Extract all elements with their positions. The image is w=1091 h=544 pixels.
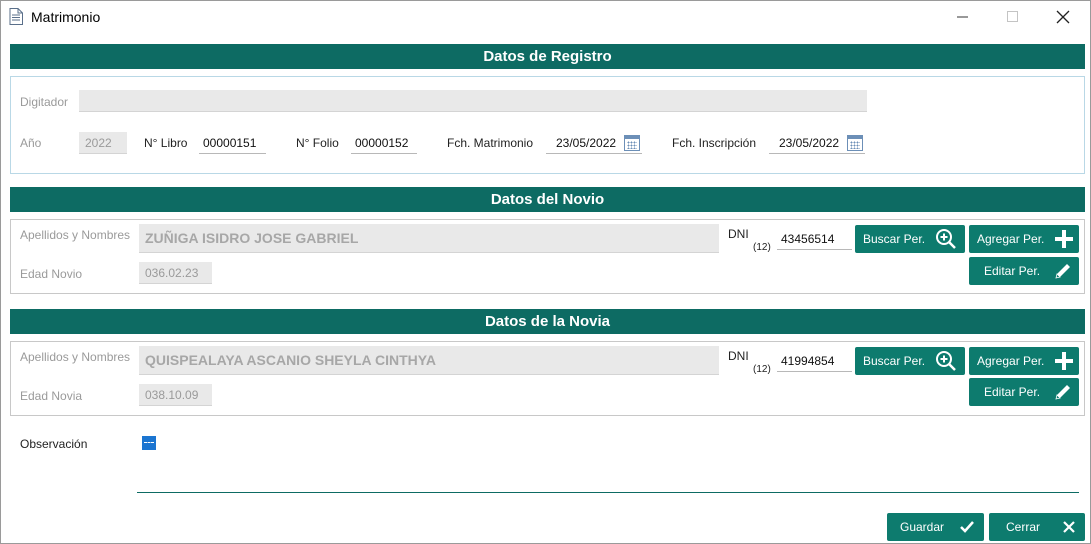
folio-field[interactable]: 00000152 [351, 132, 417, 154]
novia-agregar-button[interactable]: Agregar Per. [969, 347, 1079, 375]
anio-label: Año [20, 136, 42, 150]
registro-header: Datos de Registro [10, 44, 1085, 69]
edad-novio-field[interactable]: 036.02.23 [139, 262, 212, 284]
digitador-field[interactable] [79, 90, 867, 112]
observacion-field[interactable] [137, 453, 1079, 491]
close-button[interactable] [1040, 1, 1086, 32]
anio-field[interactable]: 2022 [79, 132, 127, 154]
plus-icon [1055, 230, 1073, 248]
novia-nombres-label: Apellidos y Nombres [20, 350, 131, 364]
edad-novio-label: Edad Novio [20, 267, 83, 281]
buscar-label: Buscar Per. [863, 232, 926, 246]
minimize-button[interactable] [940, 1, 986, 32]
digitador-label: Digitador [20, 95, 69, 109]
guardar-button[interactable]: Guardar [887, 513, 984, 541]
novia-dni-label: DNI [728, 349, 749, 363]
novio-buscar-button[interactable]: Buscar Per. [855, 225, 965, 253]
novio-agregar-button[interactable]: Agregar Per. [969, 225, 1079, 253]
libro-label: N° Libro [144, 136, 188, 150]
novio-dni-label: DNI [728, 227, 749, 241]
observacion-toggle[interactable] [142, 436, 156, 450]
maximize-button[interactable] [990, 1, 1036, 32]
title-bar: Matrimonio [1, 1, 1090, 32]
fch-matrimonio-label: Fch. Matrimonio [447, 136, 534, 150]
novio-editar-button[interactable]: Editar Per. [969, 257, 1079, 285]
matrimonio-window: Matrimonio Datos de Registro Digitador A… [0, 0, 1091, 544]
edad-novia-label: Edad Novia [20, 389, 83, 403]
observacion-underline [137, 492, 1079, 493]
zoom-in-icon [936, 229, 956, 249]
novia-header: Datos de la Novia [10, 309, 1085, 334]
novio-header: Datos del Novio [10, 187, 1085, 212]
fch-inscripcion-label: Fch. Inscripción [672, 136, 757, 150]
observacion-label: Observación [20, 437, 88, 451]
libro-field[interactable]: 00000151 [199, 132, 266, 154]
cerrar-button[interactable]: Cerrar [989, 513, 1085, 541]
document-icon [9, 8, 23, 25]
novia-dni-length: (12) [753, 364, 771, 375]
window-title: Matrimonio [31, 9, 101, 25]
novio-nombres-label: Apellidos y Nombres [20, 228, 131, 242]
calendar-icon[interactable] [624, 135, 640, 151]
novia-nombres-field[interactable]: QUISPEALAYA ASCANIO SHEYLA CINTHYA [139, 346, 719, 375]
novia-buscar-button[interactable]: Buscar Per. [855, 347, 965, 375]
editar-label: Editar Per. [984, 385, 1041, 399]
novio-nombres-field[interactable]: ZUÑIGA ISIDRO JOSE GABRIEL [139, 224, 719, 253]
editar-label: Editar Per. [984, 264, 1041, 278]
agregar-label: Agregar Per. [977, 354, 1045, 368]
cerrar-label: Cerrar [1006, 520, 1041, 534]
novio-dni-field[interactable]: 43456514 [777, 228, 852, 250]
calendar-icon[interactable] [847, 135, 863, 151]
maximize-icon [1007, 10, 1018, 22]
pencil-icon [1055, 385, 1070, 400]
plus-icon [1055, 352, 1073, 370]
close-icon [1063, 521, 1075, 533]
novia-dni-field[interactable]: 41994854 [777, 350, 852, 372]
checkmark-icon [960, 521, 974, 533]
minimize-icon [957, 16, 968, 17]
buscar-label: Buscar Per. [863, 354, 926, 368]
zoom-in-icon [936, 351, 956, 371]
edad-novia-field[interactable]: 038.10.09 [139, 384, 212, 406]
agregar-label: Agregar Per. [977, 232, 1045, 246]
folio-label: N° Folio [296, 136, 339, 150]
novio-dni-length: (12) [753, 242, 771, 253]
pencil-icon [1055, 264, 1070, 279]
guardar-label: Guardar [900, 520, 945, 534]
novia-editar-button[interactable]: Editar Per. [969, 378, 1079, 406]
close-icon [1056, 10, 1070, 23]
